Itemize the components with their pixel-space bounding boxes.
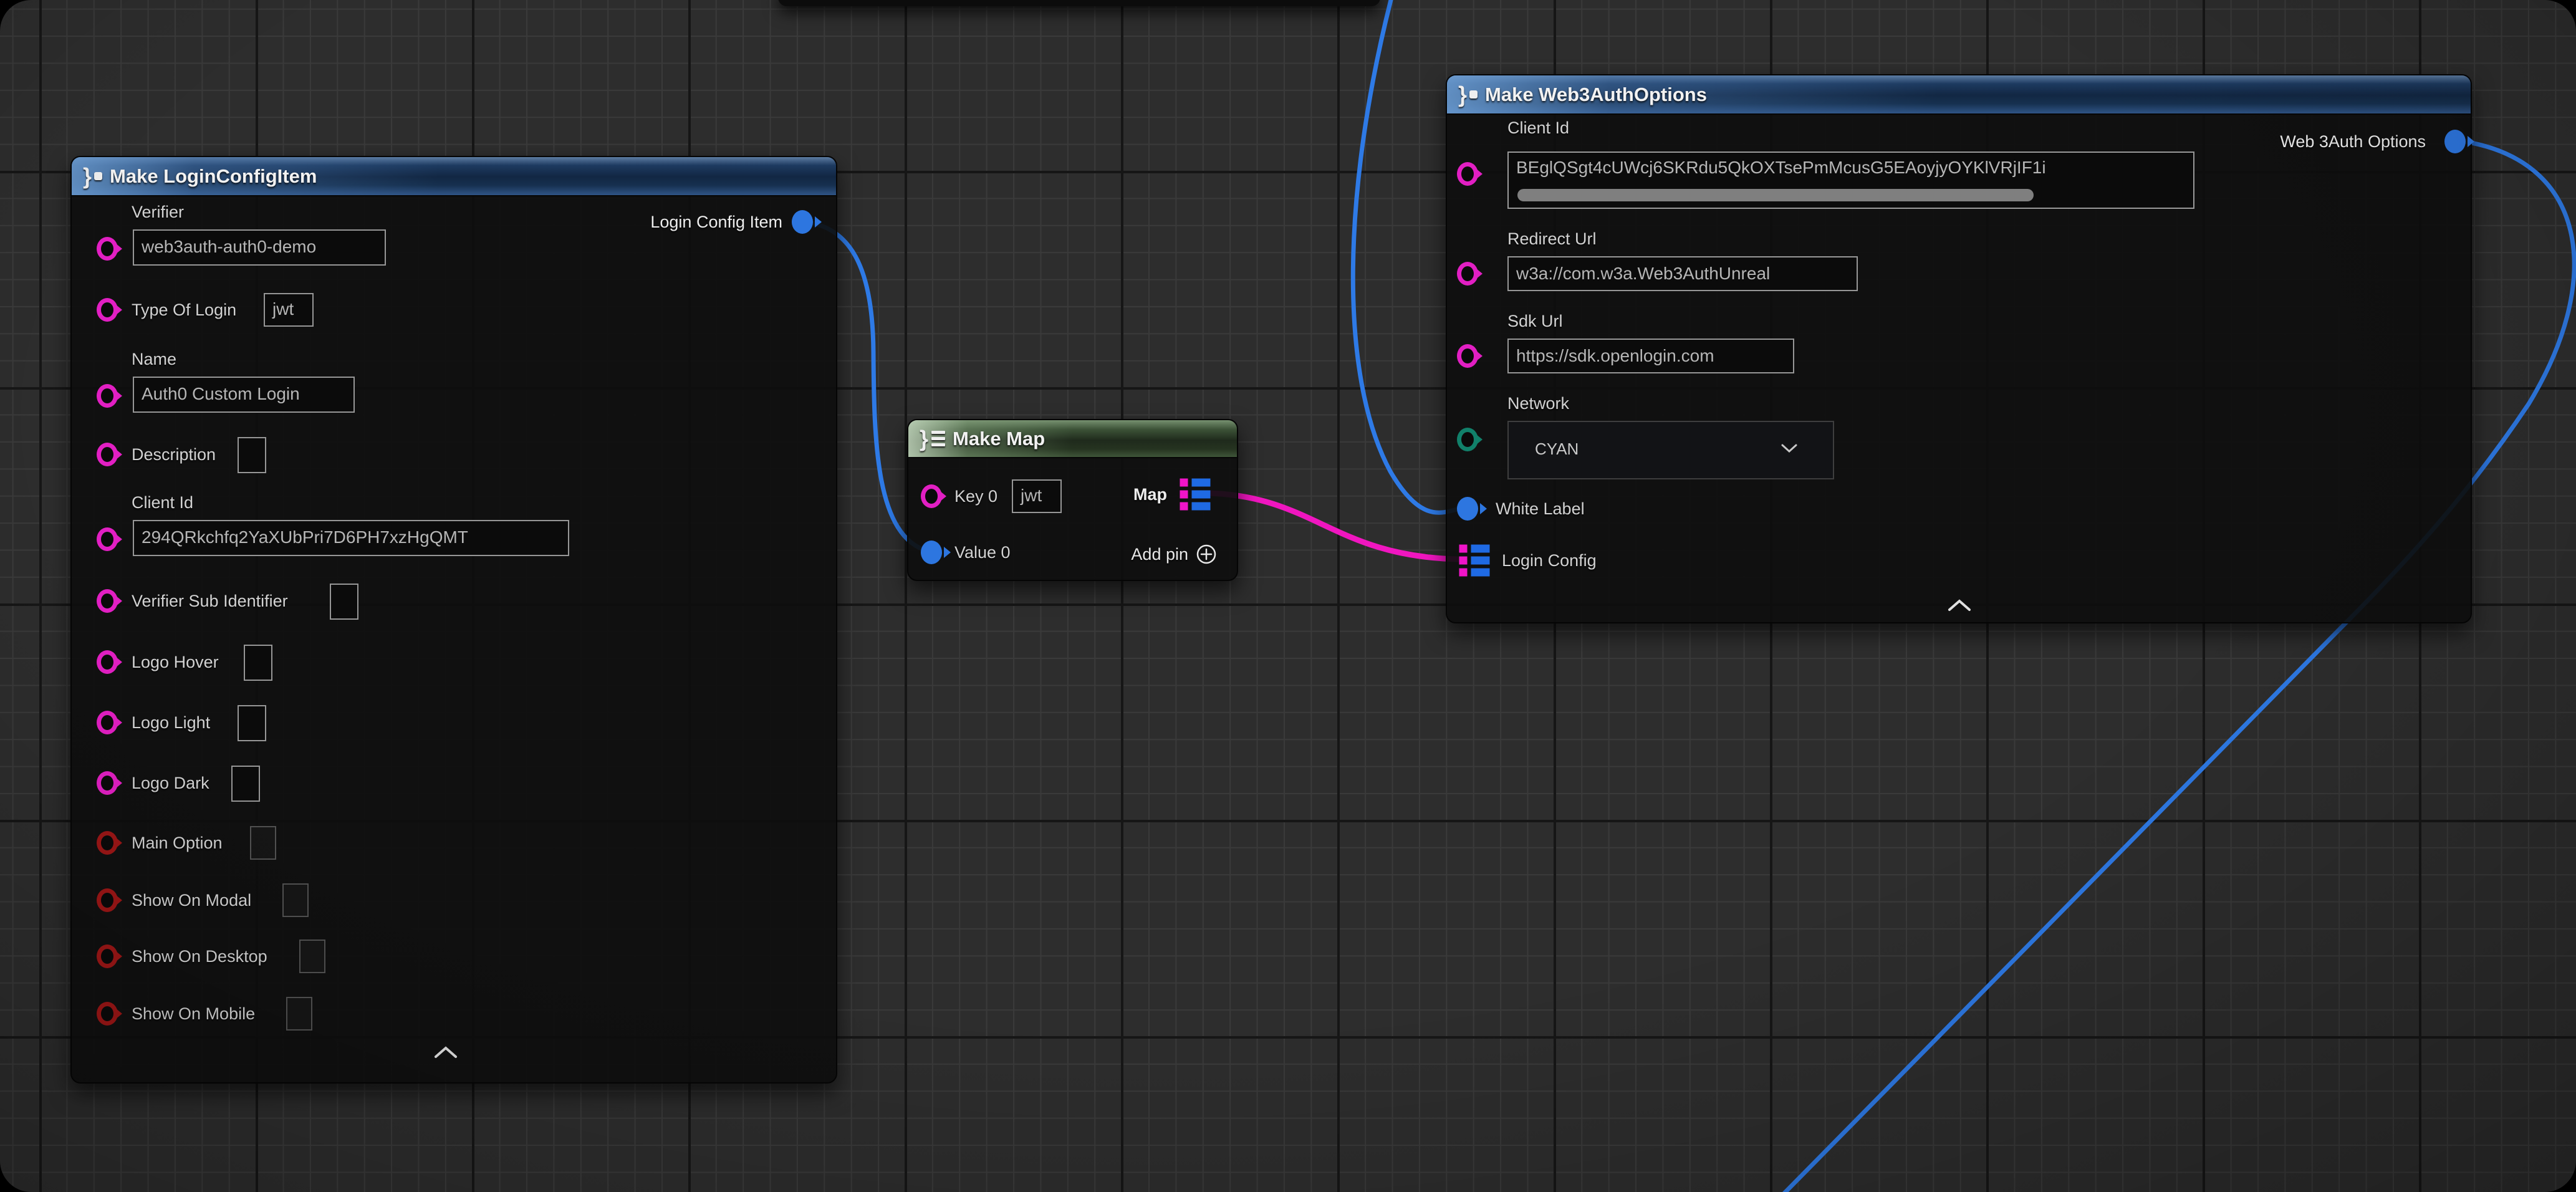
- name-label: Name: [132, 348, 176, 370]
- node-make-map[interactable]: } Make Map Key 0 jwt Map Value 0 Add pin: [907, 419, 1238, 581]
- make-struct-icon: }: [1458, 84, 1478, 106]
- network-label: Network: [1507, 392, 1569, 415]
- verifier-sub-identifier-label: Verifier Sub Identifier: [132, 590, 288, 612]
- network-pin[interactable]: [1457, 428, 1478, 451]
- key0-pin[interactable]: [921, 484, 942, 508]
- show-on-desktop-pin[interactable]: [97, 944, 118, 968]
- sdk-url-label: Sdk Url: [1507, 310, 1563, 332]
- client-id-value: BEglQSgt4cUWcj6SKRdu5QkOXTsePmMcusG5EAoy…: [1516, 156, 2188, 179]
- type-of-login-input[interactable]: jwt: [264, 293, 314, 327]
- blueprint-editor-frame: } Make LoginConfigItem Login Config Item…: [0, 0, 2576, 1192]
- map-node-icon: }: [920, 428, 945, 450]
- collapse-node-button[interactable]: [1946, 598, 1973, 616]
- map-output-label: Map: [1133, 483, 1167, 506]
- description-input[interactable]: [238, 437, 266, 473]
- output-pin-label: Web 3Auth Options: [2280, 130, 2426, 153]
- login-config-pin[interactable]: [1459, 545, 1490, 577]
- show-on-modal-checkbox[interactable]: [282, 883, 309, 917]
- blueprint-graph-canvas[interactable]: } Make LoginConfigItem Login Config Item…: [0, 0, 2576, 1192]
- value0-label: Value 0: [954, 541, 1011, 564]
- show-on-mobile-pin[interactable]: [97, 1002, 118, 1026]
- key0-input[interactable]: jwt: [1012, 479, 1062, 513]
- node-title: Make LoginConfigItem: [110, 165, 317, 188]
- login-config-item-output-pin[interactable]: [792, 210, 813, 234]
- node-title: Make Map: [953, 428, 1045, 450]
- node-make-web3authoptions[interactable]: } Make Web3AuthOptions Web 3Auth Options…: [1446, 74, 2472, 623]
- white-label-pin[interactable]: [1457, 497, 1478, 521]
- map-output-pin[interactable]: [1180, 479, 1211, 511]
- logo-light-pin[interactable]: [97, 711, 118, 734]
- logo-light-input[interactable]: [238, 705, 266, 741]
- redirect-url-input[interactable]: w3a://com.w3a.Web3AuthUnreal: [1507, 256, 1858, 291]
- key0-label: Key 0: [954, 485, 997, 507]
- logo-hover-label: Logo Hover: [132, 651, 219, 673]
- logo-hover-pin[interactable]: [97, 650, 118, 674]
- show-on-modal-label: Show On Modal: [132, 889, 251, 911]
- verifier-sub-identifier-input[interactable]: [330, 584, 358, 620]
- add-pin-button[interactable]: Add pin: [1131, 542, 1218, 566]
- node-header[interactable]: } Make Map: [908, 420, 1237, 458]
- show-on-desktop-checkbox[interactable]: [299, 940, 325, 973]
- offscreen-node-edge: [778, 0, 1380, 6]
- logo-dark-pin[interactable]: [97, 771, 118, 795]
- node-header[interactable]: } Make LoginConfigItem: [72, 157, 836, 196]
- node-header[interactable]: } Make Web3AuthOptions: [1447, 75, 2471, 115]
- white-label-label: White Label: [1496, 497, 1585, 520]
- logo-dark-label: Logo Dark: [132, 772, 209, 794]
- main-option-pin[interactable]: [97, 831, 118, 855]
- value0-pin[interactable]: [921, 541, 942, 564]
- chevron-up-icon: [432, 1045, 459, 1060]
- client-id-label: Client Id: [132, 491, 193, 514]
- verifier-label: Verifier: [132, 201, 184, 223]
- type-of-login-pin[interactable]: [97, 298, 118, 322]
- name-input[interactable]: Auth0 Custom Login: [133, 377, 355, 413]
- client-id-scrollbar[interactable]: [1517, 189, 2034, 201]
- node-title: Make Web3AuthOptions: [1485, 84, 1707, 106]
- type-of-login-label: Type Of Login: [132, 299, 236, 321]
- show-on-desktop-label: Show On Desktop: [132, 945, 267, 968]
- make-struct-icon: }: [83, 165, 102, 188]
- redirect-url-pin[interactable]: [1457, 262, 1478, 286]
- chevron-up-icon: [1946, 598, 1973, 613]
- logo-light-label: Logo Light: [132, 711, 210, 734]
- login-config-label: Login Config: [1502, 549, 1597, 572]
- sdk-url-input[interactable]: https://sdk.openlogin.com: [1507, 339, 1794, 373]
- sdk-url-pin[interactable]: [1457, 344, 1478, 368]
- show-on-mobile-label: Show On Mobile: [132, 1002, 255, 1025]
- redirect-url-label: Redirect Url: [1507, 228, 1597, 250]
- network-selected-value: CYAN: [1535, 440, 1579, 458]
- client-id-pin[interactable]: [97, 527, 118, 551]
- verifier-pin[interactable]: [97, 237, 118, 261]
- add-pin-label: Add pin: [1131, 545, 1188, 564]
- show-on-mobile-checkbox[interactable]: [286, 997, 312, 1031]
- verifier-input[interactable]: web3auth-auth0-demo: [133, 229, 386, 266]
- description-pin[interactable]: [97, 443, 118, 466]
- network-dropdown[interactable]: CYAN: [1507, 421, 1834, 479]
- wire-map-to-loginconfig[interactable]: [1209, 493, 1459, 559]
- collapse-node-button[interactable]: [432, 1045, 459, 1063]
- client-id-pin[interactable]: [1457, 162, 1478, 186]
- show-on-modal-pin[interactable]: [97, 888, 118, 912]
- main-option-label: Main Option: [132, 832, 223, 854]
- output-pin-label: Login Config Item: [650, 211, 782, 233]
- name-pin[interactable]: [97, 384, 118, 408]
- client-id-input[interactable]: BEglQSgt4cUWcj6SKRdu5QkOXTsePmMcusG5EAoy…: [1507, 151, 2194, 209]
- web3auth-options-output-pin[interactable]: [2444, 130, 2466, 153]
- logo-hover-input[interactable]: [244, 645, 272, 681]
- add-pin-icon: [1194, 542, 1218, 566]
- description-label: Description: [132, 443, 216, 466]
- main-option-checkbox[interactable]: [250, 826, 276, 860]
- client-id-label: Client Id: [1507, 117, 1569, 139]
- chevron-down-icon: [1781, 443, 1798, 453]
- client-id-input[interactable]: 294QRkchfq2YaXUbPri7D6PH7xzHgQMT: [133, 520, 569, 556]
- verifier-sub-identifier-pin[interactable]: [97, 589, 118, 613]
- logo-dark-input[interactable]: [231, 766, 260, 802]
- node-make-loginconfigitem[interactable]: } Make LoginConfigItem Login Config Item…: [70, 156, 837, 1084]
